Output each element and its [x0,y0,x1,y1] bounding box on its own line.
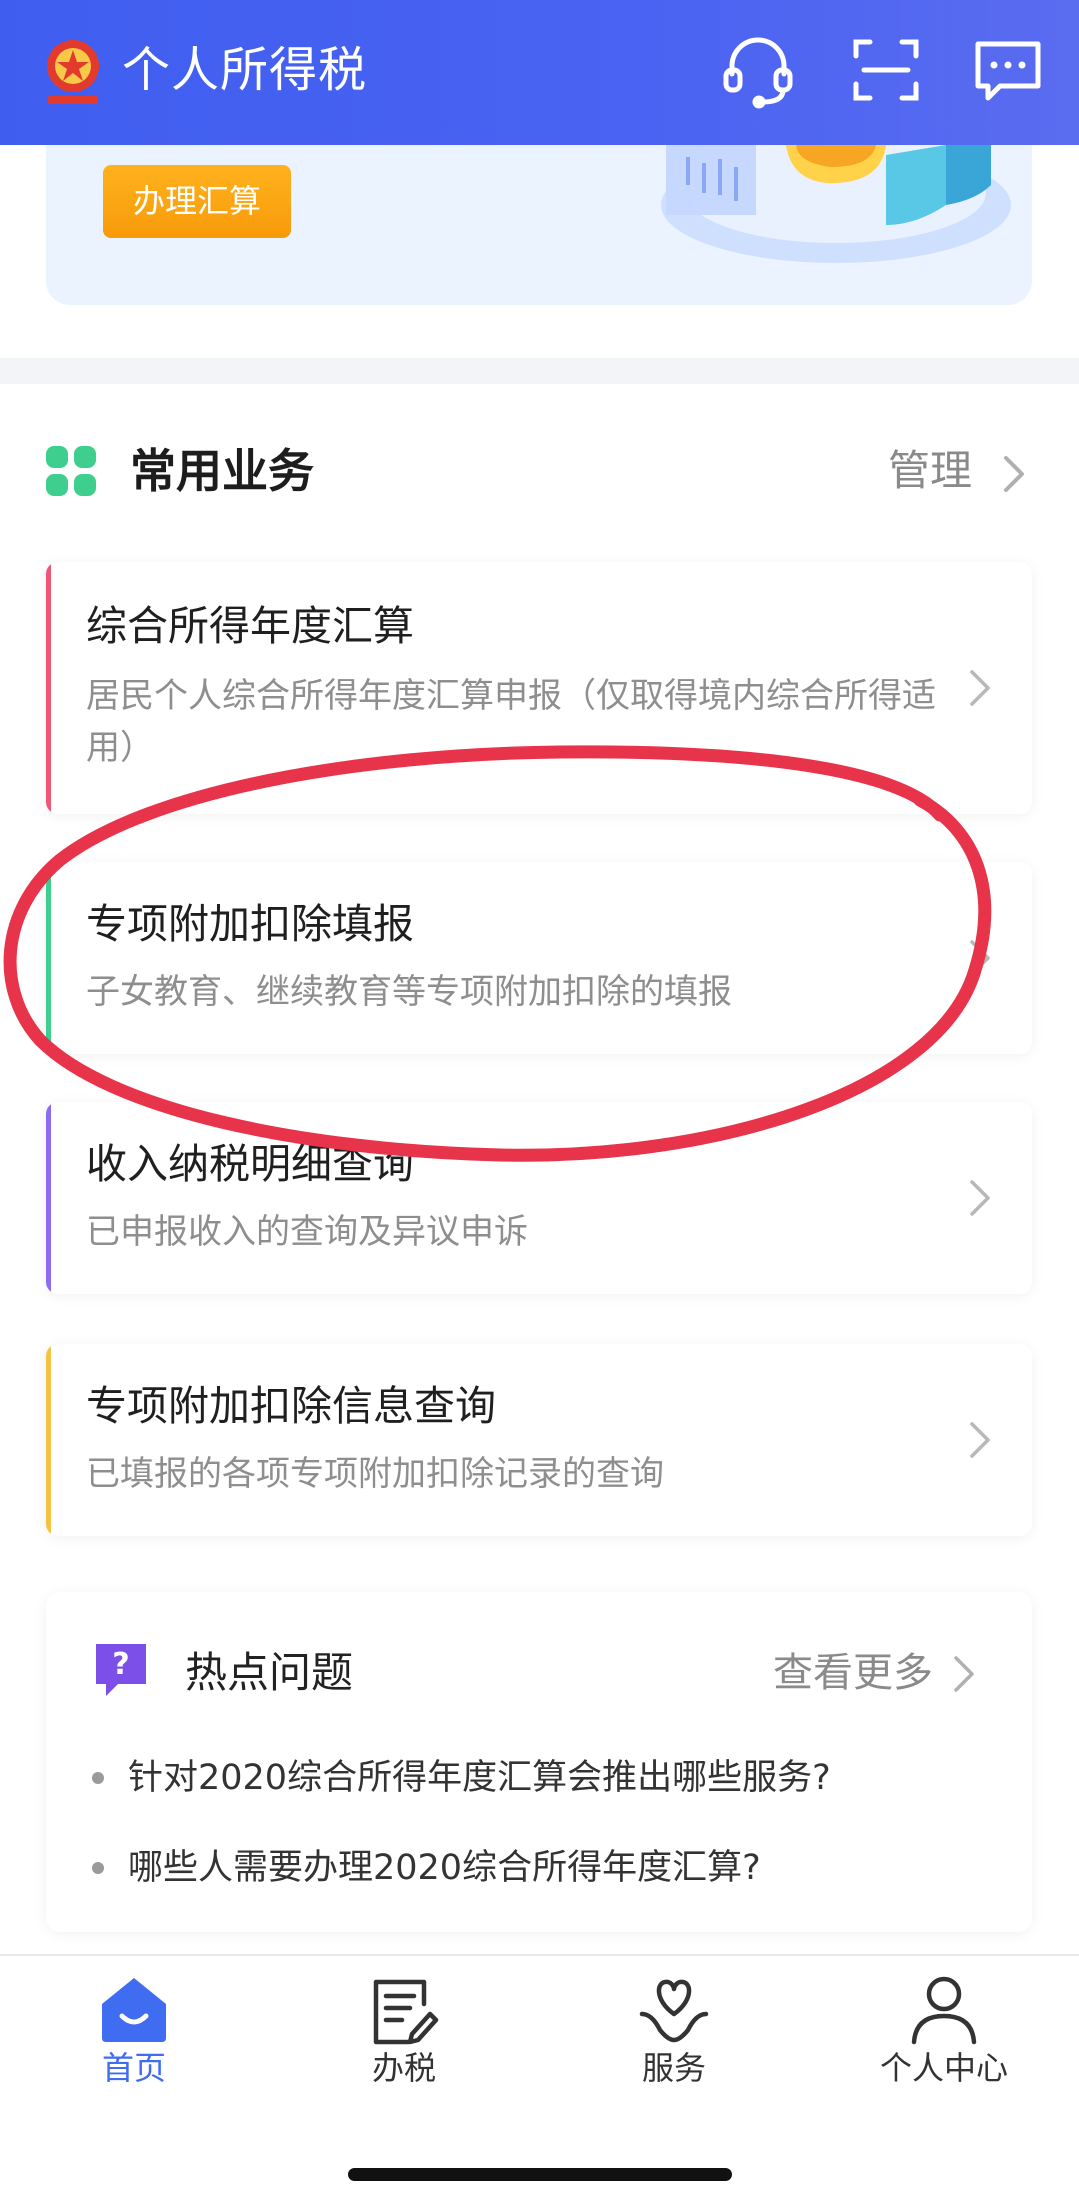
hot-questions-title: 热点问题 [185,1648,354,1697]
card-description: 已申报收入的查询及异议申诉 [86,1212,528,1252]
message-icon[interactable] [968,30,1048,110]
tax-emblem-icon [42,36,104,108]
tax-form-icon [373,1979,439,2045]
service-card-annual-settlement[interactable]: 综合所得年度汇算 居民个人综合所得年度汇算申报（仅取得境内综合所得适用） [46,562,1032,814]
svg-text:?: ? [112,1647,129,1682]
hot-question-link[interactable]: 哪些人需要办理2020综合所得年度汇算? [128,1842,761,1894]
chevron-right-icon[interactable] [966,666,996,710]
service-card-income-tax-details[interactable]: 收入纳税明细查询 已申报收入的查询及异议申诉 [46,1102,1032,1294]
nav-label: 服务 [641,2049,706,2087]
home-indicator[interactable] [348,2168,732,2181]
headset-icon[interactable] [718,30,798,110]
bullet-dot [92,1862,104,1874]
nav-personal-center[interactable]: 个人中心 [844,1974,1044,2094]
section-divider [0,358,1079,384]
chevron-right-icon[interactable] [966,936,996,980]
view-more-link[interactable]: 查看更多 [773,1644,933,1702]
card-accent-bar [46,562,51,814]
bullet-dot [92,1772,104,1784]
manage-link[interactable]: 管理 [888,440,972,502]
card-description: 已填报的各项专项附加扣除记录的查询 [86,1454,664,1494]
nav-home[interactable]: 首页 [34,1974,234,2094]
annual-settlement-button[interactable]: 办理汇算 [103,165,291,238]
scan-icon[interactable] [846,30,926,110]
service-card-special-deduction-query[interactable]: 专项附加扣除信息查询 已填报的各项专项附加扣除记录的查询 [46,1344,1032,1536]
service-card-special-deduction-fill[interactable]: 专项附加扣除填报 子女教育、继续教育等专项附加扣除的填报 [46,862,1032,1054]
nav-label: 个人中心 [879,2049,1008,2087]
chevron-right-icon[interactable] [950,1652,980,1696]
grid-clover-icon [46,446,96,496]
card-accent-bar [46,1344,51,1536]
chart-illustration [661,145,1011,263]
card-accent-bar [46,862,51,1054]
chevron-right-icon[interactable] [966,1176,996,1220]
chevron-right-icon[interactable] [966,1418,996,1462]
app-title: 个人所得税 [122,42,368,98]
card-title: 收入纳税明细查询 [86,1140,414,1188]
home-icon [102,1978,166,2042]
card-title: 专项附加扣除填报 [86,900,414,948]
chevron-right-icon[interactable] [1000,452,1030,496]
card-description: 居民个人综合所得年度汇算申报（仅取得境内综合所得适用） [86,676,936,768]
question-bubble-icon: ? [92,1640,150,1700]
nav-label: 首页 [101,2049,166,2087]
service-heart-icon [639,1979,709,2043]
person-icon [911,1976,977,2045]
hot-question-link[interactable]: 针对2020综合所得年度汇算会推出哪些服务? [128,1752,831,1804]
card-description: 子女教育、继续教育等专项附加扣除的填报 [86,972,732,1012]
nav-service[interactable]: 服务 [574,1974,774,2094]
nav-label: 办税 [371,2049,436,2087]
card-title: 专项附加扣除信息查询 [86,1382,496,1430]
nav-tax[interactable]: 办税 [304,1974,504,2094]
card-accent-bar [46,1102,51,1294]
section-title: 常用业务 [130,444,314,498]
card-title: 综合所得年度汇算 [86,602,414,650]
